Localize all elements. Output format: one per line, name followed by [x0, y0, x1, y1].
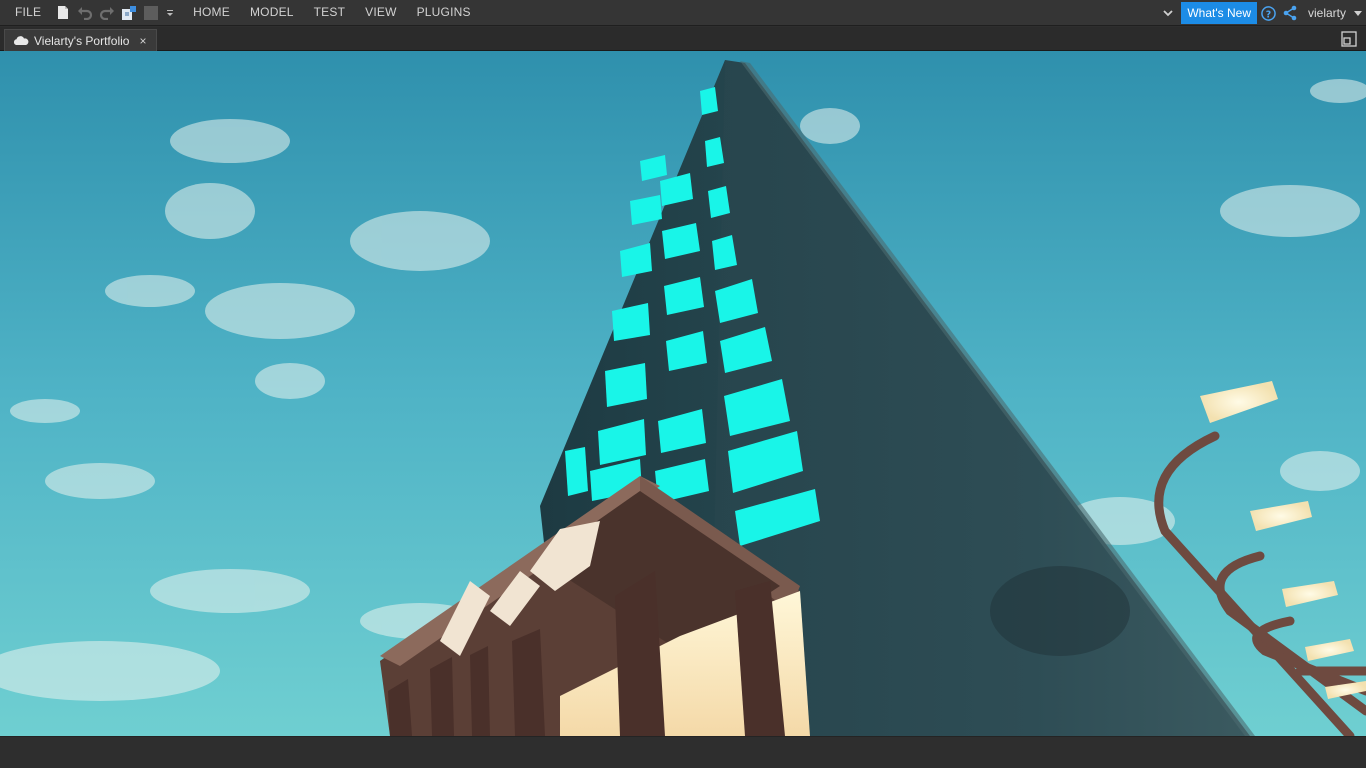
username-menu[interactable]: vielarty [1308, 6, 1346, 20]
file-menu[interactable]: FILE [0, 0, 55, 26]
dock-layout-icon[interactable] [1340, 30, 1358, 48]
undo-icon[interactable] [77, 5, 93, 21]
plugin-puzzle-icon[interactable] [121, 5, 137, 21]
redo-icon[interactable] [99, 5, 115, 21]
document-tab[interactable]: Vielarty's Portfolio × [4, 29, 157, 51]
stop-square-icon[interactable] [143, 5, 159, 21]
tab-home[interactable]: HOME [183, 0, 240, 26]
scene-render [0, 51, 1366, 736]
header-right-controls: What's New ? vielarty [1163, 0, 1366, 26]
tab-view[interactable]: VIEW [355, 0, 406, 26]
tab-test[interactable]: TEST [304, 0, 355, 26]
top-menu-bar: FILE HOME MODEL TEST VIEW PLUGINS What's… [0, 0, 1366, 26]
status-bar [0, 736, 1366, 768]
new-file-icon[interactable] [55, 5, 71, 21]
document-tab-bar: Vielarty's Portfolio × [0, 27, 1366, 51]
svg-text:?: ? [1266, 9, 1271, 20]
help-icon[interactable]: ? [1261, 5, 1276, 21]
user-dropdown-icon[interactable] [1354, 10, 1362, 16]
quick-access-toolbar [55, 5, 175, 21]
close-tab-icon[interactable]: × [139, 34, 146, 48]
share-icon[interactable] [1282, 5, 1298, 21]
cloud-icon [13, 35, 29, 46]
tab-model[interactable]: MODEL [240, 0, 304, 26]
document-tab-title: Vielarty's Portfolio [34, 33, 130, 48]
collapse-ribbon-icon[interactable] [1163, 9, 1173, 17]
tab-plugins[interactable]: PLUGINS [407, 0, 481, 26]
whats-new-button[interactable]: What's New [1181, 2, 1257, 24]
3d-viewport[interactable] [0, 51, 1366, 736]
dropdown-arrow-icon[interactable] [165, 5, 175, 21]
